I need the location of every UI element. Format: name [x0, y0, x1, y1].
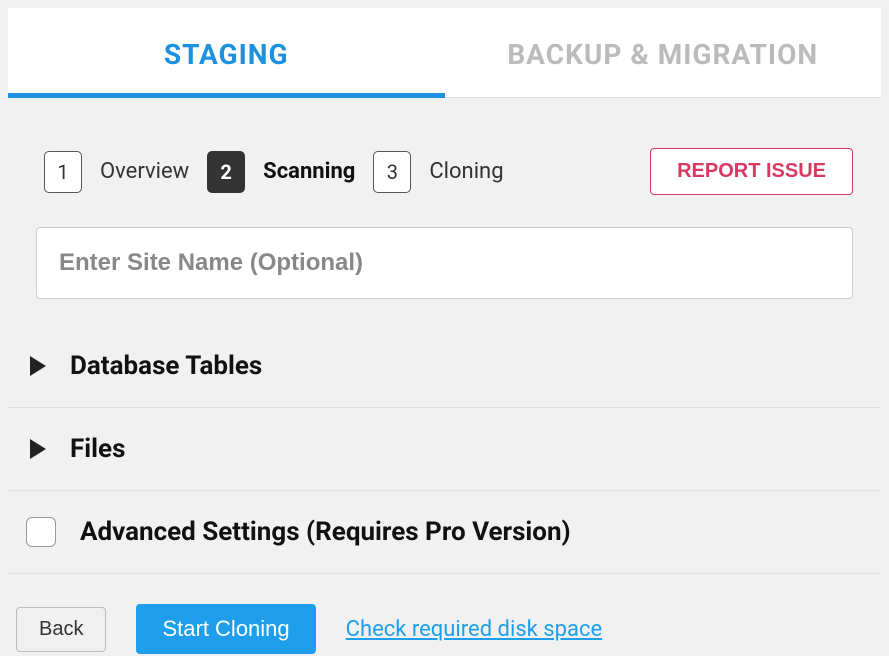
steps-row: 1 Overview 2 Scanning 3 Cloning REPORT I…	[8, 98, 881, 195]
section-files-label: Files	[70, 434, 125, 464]
tab-staging[interactable]: STAGING	[8, 8, 445, 97]
section-files[interactable]: Files	[8, 408, 881, 491]
content-area: 1 Overview 2 Scanning 3 Cloning REPORT I…	[0, 98, 889, 654]
step-3-number[interactable]: 3	[373, 151, 411, 193]
check-disk-space-link[interactable]: Check required disk space	[346, 617, 602, 642]
section-advanced-label: Advanced Settings (Requires Pro Version)	[80, 517, 571, 547]
chevron-right-icon	[30, 356, 46, 376]
chevron-right-icon	[30, 439, 46, 459]
site-name-wrapper	[8, 195, 881, 299]
step-2-label: Scanning	[263, 159, 355, 184]
section-database-tables[interactable]: Database Tables	[8, 325, 881, 408]
section-database-tables-label: Database Tables	[70, 351, 262, 381]
step-1-number[interactable]: 1	[44, 151, 82, 193]
tab-backup-migration[interactable]: BACKUP & MIGRATION	[445, 8, 882, 97]
site-name-input[interactable]	[36, 227, 853, 299]
step-2-number[interactable]: 2	[207, 151, 245, 193]
section-advanced-settings[interactable]: Advanced Settings (Requires Pro Version)	[8, 491, 881, 574]
report-issue-button[interactable]: REPORT ISSUE	[650, 148, 853, 195]
step-1-label: Overview	[100, 159, 189, 184]
start-cloning-button[interactable]: Start Cloning	[136, 604, 315, 654]
actions-row: Back Start Cloning Check required disk s…	[8, 574, 881, 654]
step-3-label: Cloning	[429, 159, 503, 184]
advanced-checkbox[interactable]	[26, 517, 56, 547]
back-button[interactable]: Back	[16, 607, 106, 652]
main-tabs: STAGING BACKUP & MIGRATION	[8, 8, 881, 98]
wizard-steps: 1 Overview 2 Scanning 3 Cloning	[44, 151, 504, 193]
